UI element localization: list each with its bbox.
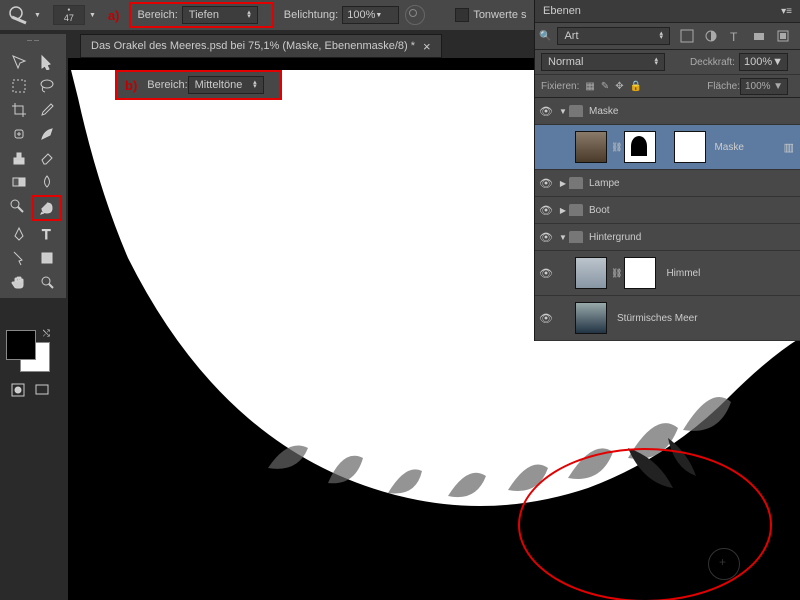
path-select-tool[interactable] bbox=[6, 247, 32, 269]
filter-adjust-icon[interactable] bbox=[704, 29, 718, 43]
layer-group[interactable]: 👁 ▶ Lampe bbox=[535, 170, 800, 197]
panel-menu-icon[interactable]: ▾≡ bbox=[781, 6, 792, 17]
layers-panel-tab[interactable]: Ebenen ▾≡ bbox=[535, 0, 800, 23]
folder-icon bbox=[569, 177, 583, 189]
lock-paint-icon[interactable]: ✎ bbox=[601, 81, 609, 92]
visibility-icon[interactable]: 👁 bbox=[535, 105, 557, 118]
gradient-tool[interactable] bbox=[6, 171, 32, 193]
healing-tool[interactable] bbox=[6, 123, 32, 145]
layer-item[interactable]: ⛓ Maske ▥ bbox=[535, 125, 800, 170]
filter-type-icon[interactable]: T bbox=[728, 29, 742, 43]
screenmode-tool[interactable] bbox=[31, 379, 53, 401]
burn-tool[interactable] bbox=[32, 195, 62, 221]
opacity-label: Deckkraft: bbox=[690, 57, 735, 68]
lock-all-icon[interactable]: 🔒 bbox=[630, 81, 642, 92]
layers-panel: Ebenen ▾≡ 🔍 Art▴▾ T Normal▴▾ Deckkraft: … bbox=[534, 0, 800, 341]
move-arrow-tool[interactable] bbox=[34, 51, 60, 73]
layer-group[interactable]: 👁 ▶ Boot bbox=[535, 197, 800, 224]
filter-smart-icon[interactable] bbox=[776, 29, 790, 43]
range-dropdown-a[interactable]: Tiefen▴▾ bbox=[182, 6, 258, 24]
fill-input[interactable]: 100%▼ bbox=[740, 78, 788, 95]
folder-icon bbox=[569, 105, 583, 117]
move-tool[interactable] bbox=[6, 51, 32, 73]
range-dropdown-b[interactable]: Mitteltöne▴▾ bbox=[188, 76, 264, 94]
svg-text:T: T bbox=[42, 226, 51, 242]
foreground-color[interactable] bbox=[6, 330, 36, 360]
expand-icon[interactable]: ▼ bbox=[557, 107, 569, 116]
layer-item[interactable]: 👁 ⛓ Himmel bbox=[535, 251, 800, 296]
protect-tones-label: Tonwerte s bbox=[473, 9, 526, 21]
document-title: Das Orakel des Meeres.psd bei 75,1% (Mas… bbox=[91, 40, 415, 52]
type-tool[interactable]: T bbox=[34, 223, 60, 245]
brush-preview[interactable]: 47 bbox=[53, 5, 85, 25]
fill-label: Fläche: bbox=[707, 81, 740, 92]
layer-mask-thumb[interactable] bbox=[624, 131, 656, 163]
layer-list: 👁 ▼ Maske ⛓ Maske ▥ 👁 ▶ Lampe 👁 ▶ Boot bbox=[535, 98, 800, 341]
visibility-icon[interactable]: 👁 bbox=[535, 312, 557, 325]
eyedropper-tool[interactable] bbox=[34, 99, 60, 121]
toolbox-grip[interactable] bbox=[0, 34, 66, 46]
visibility-icon[interactable]: 👁 bbox=[535, 177, 557, 190]
eraser-tool[interactable] bbox=[34, 147, 60, 169]
range-label: Bereich: bbox=[137, 9, 177, 21]
lock-label: Fixieren: bbox=[541, 81, 579, 92]
lasso-tool[interactable] bbox=[34, 75, 60, 97]
crop-tool[interactable] bbox=[6, 99, 32, 121]
protect-tones-checkbox[interactable] bbox=[455, 8, 469, 22]
filter-icon[interactable]: ▥ bbox=[784, 141, 794, 154]
close-tab-icon[interactable]: × bbox=[423, 39, 431, 54]
opacity-input[interactable]: 100%▼ bbox=[739, 53, 788, 71]
document-tab[interactable]: Das Orakel des Meeres.psd bei 75,1% (Mas… bbox=[80, 34, 442, 58]
lock-trans-icon[interactable]: ▦ bbox=[585, 81, 594, 92]
blur-tool[interactable] bbox=[34, 171, 60, 193]
layer-thumb[interactable] bbox=[575, 257, 607, 289]
range-label-b: Bereich: bbox=[147, 79, 187, 91]
lock-pos-icon[interactable]: ✥ bbox=[615, 81, 623, 92]
quickmask-tool[interactable] bbox=[7, 379, 29, 401]
visibility-icon[interactable]: 👁 bbox=[535, 204, 557, 217]
annotation-b-label: b) bbox=[125, 78, 137, 93]
tool-preset-chevron-icon[interactable]: ▼ bbox=[34, 12, 41, 19]
swap-colors-icon[interactable]: ⤭ bbox=[43, 328, 50, 339]
color-swatch[interactable]: ⤭ bbox=[6, 330, 56, 370]
range-highlight-a: Bereich: Tiefen▴▾ bbox=[129, 2, 273, 28]
brush-tool[interactable] bbox=[34, 123, 60, 145]
blend-mode-dropdown[interactable]: Normal▴▾ bbox=[541, 53, 665, 71]
dodge-tool[interactable] bbox=[4, 195, 30, 217]
layer-item[interactable]: 👁 Stürmisches Meer bbox=[535, 296, 800, 341]
shape-tool[interactable] bbox=[34, 247, 60, 269]
stamp-tool[interactable] bbox=[6, 147, 32, 169]
hand-tool[interactable] bbox=[6, 271, 32, 293]
airbrush-icon[interactable] bbox=[405, 5, 425, 25]
layer-thumb[interactable] bbox=[575, 302, 607, 334]
filter-kind-dropdown[interactable]: Art▴▾ bbox=[557, 27, 670, 45]
pen-tool[interactable] bbox=[6, 223, 32, 245]
layer-group[interactable]: 👁 ▼ Hintergrund bbox=[535, 224, 800, 251]
zoom-tool[interactable] bbox=[34, 271, 60, 293]
expand-icon[interactable]: ▼ bbox=[557, 233, 569, 242]
brush-chevron-icon[interactable]: ▼ bbox=[89, 12, 96, 19]
layer-mask-thumb[interactable] bbox=[624, 257, 656, 289]
filter-pixel-icon[interactable] bbox=[680, 29, 694, 43]
exposure-label: Belichtung: bbox=[284, 9, 338, 21]
folder-icon bbox=[569, 231, 583, 243]
layer-thumb[interactable] bbox=[575, 131, 607, 163]
visibility-icon[interactable]: 👁 bbox=[535, 267, 557, 280]
folder-icon bbox=[569, 204, 583, 216]
filter-shape-icon[interactable] bbox=[752, 29, 766, 43]
range-highlight-b: b) Bereich: Mitteltöne▴▾ bbox=[115, 70, 282, 100]
layer-group[interactable]: 👁 ▼ Maske bbox=[535, 98, 800, 125]
toolbox: T bbox=[0, 46, 66, 298]
visibility-icon[interactable]: 👁 bbox=[535, 231, 557, 244]
expand-icon[interactable]: ▶ bbox=[557, 206, 569, 215]
annotation-ellipse bbox=[518, 448, 772, 600]
expand-icon[interactable]: ▶ bbox=[557, 179, 569, 188]
annotation-a-label: a) bbox=[108, 8, 120, 23]
dodge-tool-icon bbox=[8, 5, 28, 25]
marquee-tool[interactable] bbox=[6, 75, 32, 97]
exposure-input[interactable]: 100%▼ bbox=[342, 6, 399, 24]
layer-mask2-thumb[interactable] bbox=[674, 131, 706, 163]
brush-cursor bbox=[708, 548, 740, 580]
svg-text:T: T bbox=[730, 30, 738, 43]
